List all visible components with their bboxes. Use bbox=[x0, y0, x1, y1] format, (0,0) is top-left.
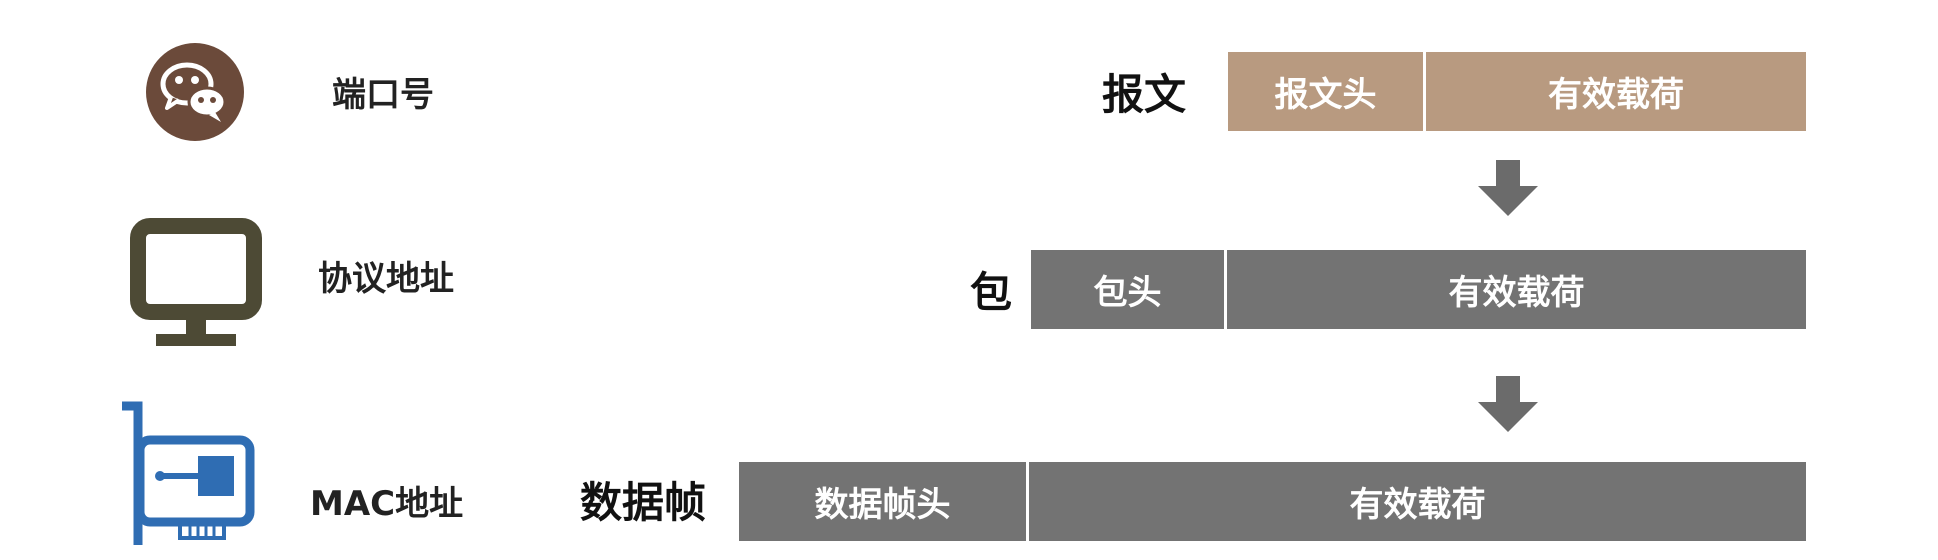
packet-header: 包头 bbox=[1031, 250, 1227, 329]
packet-header-text: 包头 bbox=[1093, 273, 1162, 313]
arrow-down-icon bbox=[1478, 160, 1538, 216]
packet-payload: 有效载荷 bbox=[1227, 250, 1806, 329]
frame-payload: 有效载荷 bbox=[1029, 462, 1806, 541]
message-label: 报文 bbox=[1102, 70, 1187, 119]
encapsulation-diagram: { "colors": { "message": "#b89a80", "pac… bbox=[0, 0, 1938, 560]
frame-header: 数据帧头 bbox=[739, 462, 1029, 541]
packet-payload-text: 有效载荷 bbox=[1448, 273, 1585, 313]
frame-payload-text: 有效载荷 bbox=[1349, 485, 1486, 525]
arrow-down-icon bbox=[1478, 376, 1538, 432]
wechat-icon bbox=[146, 43, 244, 141]
network-card-icon bbox=[122, 401, 255, 545]
mac-address-label: MAC地址 bbox=[310, 484, 464, 524]
message-header: 报文头 bbox=[1228, 52, 1426, 131]
message-header-text: 报文头 bbox=[1274, 75, 1377, 115]
frame-label: 数据帧 bbox=[580, 478, 707, 527]
monitor-icon bbox=[130, 218, 262, 346]
packet-label: 包 bbox=[970, 268, 1013, 317]
protocol-address-label: 协议地址 bbox=[318, 259, 454, 299]
message-payload: 有效载荷 bbox=[1426, 52, 1806, 131]
frame-header-text: 数据帧头 bbox=[814, 485, 951, 525]
message-payload-text: 有效载荷 bbox=[1548, 75, 1684, 115]
port-number-label: 端口号 bbox=[332, 75, 434, 115]
